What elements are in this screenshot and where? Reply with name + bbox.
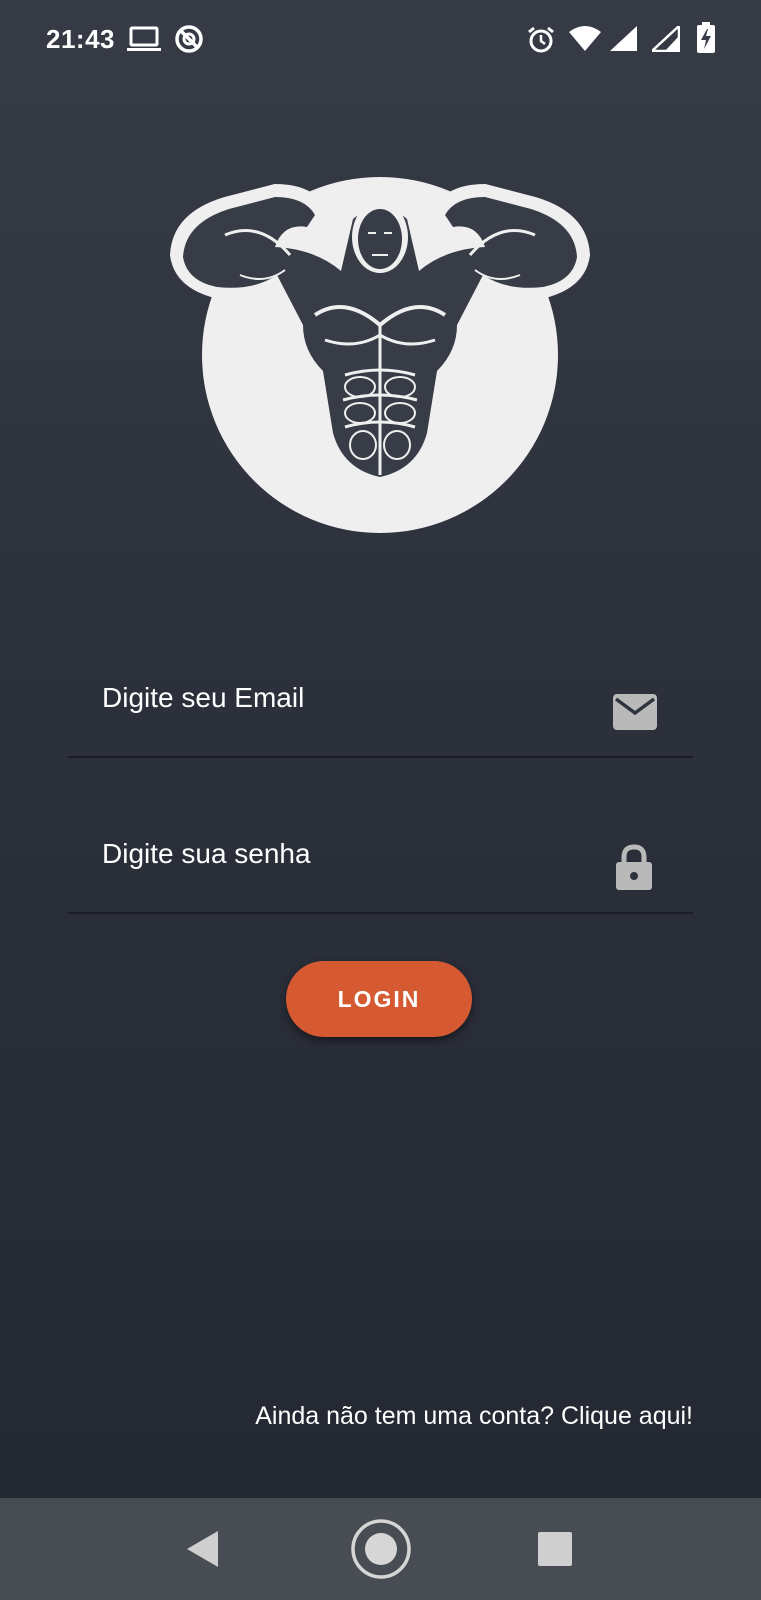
wifi-icon [569,26,601,51]
bodybuilder-logo [169,177,591,533]
status-bar: 21:43 [0,0,761,80]
alarm-icon [528,26,554,53]
password-placeholder: Digite sua senha [102,838,311,869]
lock-icon [616,844,652,890]
back-icon[interactable] [186,1530,220,1568]
mail-icon [613,694,657,730]
home-icon[interactable] [350,1518,412,1580]
do-not-disturb-icon [175,25,203,53]
login-button[interactable]: LOGIN [286,961,472,1037]
signup-link[interactable]: Ainda não tem uma conta? Clique aqui! [255,1402,693,1431]
battery-charging-icon [697,22,715,53]
signal-icon-2 [652,26,680,52]
email-field[interactable]: Digite seu Email [68,646,693,758]
navigation-bar [0,1498,761,1600]
password-field[interactable]: Digite sua senha [68,802,693,914]
signal-icon [610,26,637,51]
status-time: 21:43 [46,24,115,54]
email-placeholder: Digite seu Email [102,682,305,713]
laptop-icon [127,26,161,51]
recents-icon[interactable] [538,1532,572,1566]
